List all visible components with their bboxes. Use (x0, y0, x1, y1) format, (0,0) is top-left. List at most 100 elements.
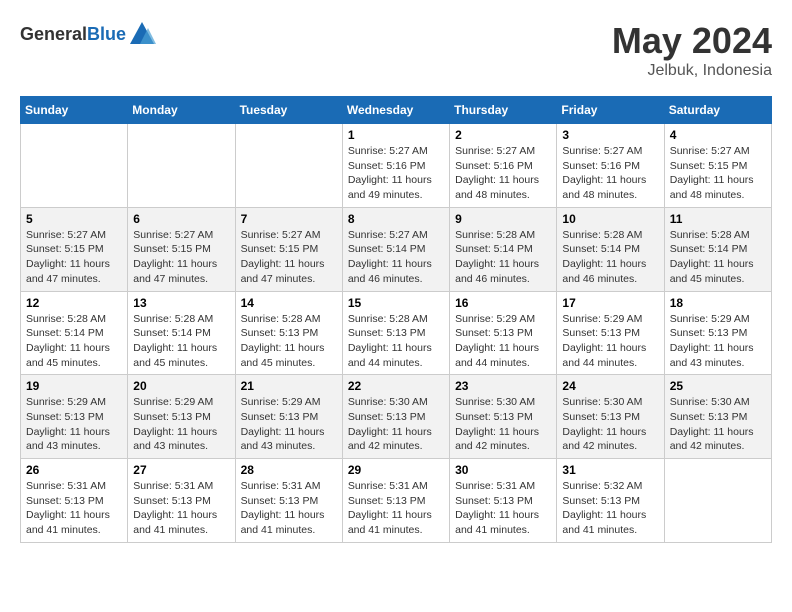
title-location: Jelbuk, Indonesia (612, 62, 772, 80)
calendar-cell: 4 Sunrise: 5:27 AM Sunset: 5:15 PM Daylig… (664, 124, 771, 208)
day-info: Sunrise: 5:27 AM Sunset: 5:16 PM Dayligh… (562, 144, 658, 203)
day-number: 15 (348, 296, 444, 310)
calendar-cell: 21 Sunrise: 5:29 AM Sunset: 5:13 PM Dayli… (235, 375, 342, 459)
calendar-week-row: 1Sunrise: 5:27 AM Sunset: 5:16 PM Daylig… (21, 124, 772, 208)
day-number: 4 (670, 128, 766, 142)
day-number: 25 (670, 379, 766, 393)
calendar-cell: 1Sunrise: 5:27 AM Sunset: 5:16 PM Daylig… (342, 124, 449, 208)
day-info: Sunrise: 5:29 AM Sunset: 5:13 PM Dayligh… (241, 395, 337, 454)
day-info: Sunrise: 5:27 AM Sunset: 5:15 PM Dayligh… (26, 228, 122, 287)
calendar-cell: 12 Sunrise: 5:28 AM Sunset: 5:14 PM Dayli… (21, 291, 128, 375)
day-number: 19 (26, 379, 122, 393)
calendar-cell: 18 Sunrise: 5:29 AM Sunset: 5:13 PM Dayli… (664, 291, 771, 375)
day-number: 11 (670, 212, 766, 226)
day-info: Sunrise: 5:28 AM Sunset: 5:13 PM Dayligh… (241, 312, 337, 371)
day-number: 21 (241, 379, 337, 393)
day-info: Sunrise: 5:32 AM Sunset: 5:13 PM Dayligh… (562, 479, 658, 538)
weekday-header-wednesday: Wednesday (342, 97, 449, 124)
day-number: 28 (241, 463, 337, 477)
day-number: 12 (26, 296, 122, 310)
calendar-cell: 31 Sunrise: 5:32 AM Sunset: 5:13 PM Dayli… (557, 459, 664, 543)
calendar-cell: 16 Sunrise: 5:29 AM Sunset: 5:13 PM Dayli… (450, 291, 557, 375)
calendar-cell: 14Sunrise: 5:28 AM Sunset: 5:13 PM Dayli… (235, 291, 342, 375)
day-number: 5 (26, 212, 122, 226)
logo-text: GeneralBlue (20, 24, 126, 45)
calendar-cell (664, 459, 771, 543)
day-number: 26 (26, 463, 122, 477)
day-info: Sunrise: 5:28 AM Sunset: 5:14 PM Dayligh… (562, 228, 658, 287)
calendar-cell: 5 Sunrise: 5:27 AM Sunset: 5:15 PM Daylig… (21, 207, 128, 291)
day-info: Sunrise: 5:28 AM Sunset: 5:14 PM Dayligh… (670, 228, 766, 287)
day-number: 6 (133, 212, 229, 226)
calendar-cell: 26 Sunrise: 5:31 AM Sunset: 5:13 PM Dayli… (21, 459, 128, 543)
calendar-cell: 24 Sunrise: 5:30 AM Sunset: 5:13 PM Dayli… (557, 375, 664, 459)
day-number: 22 (348, 379, 444, 393)
day-number: 3 (562, 128, 658, 142)
day-info: Sunrise: 5:27 AM Sunset: 5:16 PM Dayligh… (348, 144, 444, 203)
logo-icon (128, 20, 156, 48)
logo-general: General (20, 24, 87, 44)
day-info: Sunrise: 5:27 AM Sunset: 5:15 PM Dayligh… (133, 228, 229, 287)
day-info: Sunrise: 5:28 AM Sunset: 5:14 PM Dayligh… (133, 312, 229, 371)
weekday-header-sunday: Sunday (21, 97, 128, 124)
day-info: Sunrise: 5:29 AM Sunset: 5:13 PM Dayligh… (455, 312, 551, 371)
calendar-cell: 28 Sunrise: 5:31 AM Sunset: 5:13 PM Dayli… (235, 459, 342, 543)
day-number: 16 (455, 296, 551, 310)
day-info: Sunrise: 5:31 AM Sunset: 5:13 PM Dayligh… (241, 479, 337, 538)
day-number: 24 (562, 379, 658, 393)
day-info: Sunrise: 5:31 AM Sunset: 5:13 PM Dayligh… (26, 479, 122, 538)
day-info: Sunrise: 5:31 AM Sunset: 5:13 PM Dayligh… (133, 479, 229, 538)
calendar-cell: 3 Sunrise: 5:27 AM Sunset: 5:16 PM Daylig… (557, 124, 664, 208)
day-number: 2 (455, 128, 551, 142)
logo: GeneralBlue (20, 20, 156, 48)
title-month-year: May 2024 (612, 20, 772, 62)
calendar-cell: 30Sunrise: 5:31 AM Sunset: 5:13 PM Dayli… (450, 459, 557, 543)
calendar-week-row: 12 Sunrise: 5:28 AM Sunset: 5:14 PM Dayli… (21, 291, 772, 375)
weekday-header-monday: Monday (128, 97, 235, 124)
day-info: Sunrise: 5:29 AM Sunset: 5:13 PM Dayligh… (26, 395, 122, 454)
calendar-cell (235, 124, 342, 208)
weekday-header-tuesday: Tuesday (235, 97, 342, 124)
calendar-cell (21, 124, 128, 208)
calendar-cell: 27Sunrise: 5:31 AM Sunset: 5:13 PM Dayli… (128, 459, 235, 543)
day-number: 8 (348, 212, 444, 226)
day-info: Sunrise: 5:27 AM Sunset: 5:15 PM Dayligh… (670, 144, 766, 203)
day-number: 13 (133, 296, 229, 310)
weekday-header-friday: Friday (557, 97, 664, 124)
calendar-cell: 13 Sunrise: 5:28 AM Sunset: 5:14 PM Dayli… (128, 291, 235, 375)
day-number: 31 (562, 463, 658, 477)
day-number: 20 (133, 379, 229, 393)
day-info: Sunrise: 5:28 AM Sunset: 5:14 PM Dayligh… (26, 312, 122, 371)
day-number: 18 (670, 296, 766, 310)
calendar-cell: 29Sunrise: 5:31 AM Sunset: 5:13 PM Dayli… (342, 459, 449, 543)
calendar-cell: 8 Sunrise: 5:27 AM Sunset: 5:14 PM Daylig… (342, 207, 449, 291)
title-block: May 2024 Jelbuk, Indonesia (612, 20, 772, 80)
calendar-cell: 15 Sunrise: 5:28 AM Sunset: 5:13 PM Dayli… (342, 291, 449, 375)
day-number: 17 (562, 296, 658, 310)
day-number: 7 (241, 212, 337, 226)
day-info: Sunrise: 5:30 AM Sunset: 5:13 PM Dayligh… (562, 395, 658, 454)
page-header: GeneralBlue May 2024 Jelbuk, Indonesia (20, 20, 772, 80)
day-info: Sunrise: 5:30 AM Sunset: 5:13 PM Dayligh… (455, 395, 551, 454)
calendar-header-row: SundayMondayTuesdayWednesdayThursdayFrid… (21, 97, 772, 124)
day-info: Sunrise: 5:30 AM Sunset: 5:13 PM Dayligh… (670, 395, 766, 454)
day-number: 23 (455, 379, 551, 393)
day-info: Sunrise: 5:29 AM Sunset: 5:13 PM Dayligh… (670, 312, 766, 371)
calendar-cell: 7Sunrise: 5:27 AM Sunset: 5:15 PM Daylig… (235, 207, 342, 291)
day-info: Sunrise: 5:28 AM Sunset: 5:13 PM Dayligh… (348, 312, 444, 371)
calendar-cell: 20Sunrise: 5:29 AM Sunset: 5:13 PM Dayli… (128, 375, 235, 459)
calendar-week-row: 26 Sunrise: 5:31 AM Sunset: 5:13 PM Dayli… (21, 459, 772, 543)
weekday-header-thursday: Thursday (450, 97, 557, 124)
day-info: Sunrise: 5:27 AM Sunset: 5:14 PM Dayligh… (348, 228, 444, 287)
day-info: Sunrise: 5:31 AM Sunset: 5:13 PM Dayligh… (348, 479, 444, 538)
calendar-cell: 2Sunrise: 5:27 AM Sunset: 5:16 PM Daylig… (450, 124, 557, 208)
calendar-cell: 9Sunrise: 5:28 AM Sunset: 5:14 PM Daylig… (450, 207, 557, 291)
calendar-week-row: 5 Sunrise: 5:27 AM Sunset: 5:15 PM Daylig… (21, 207, 772, 291)
calendar-cell: 10Sunrise: 5:28 AM Sunset: 5:14 PM Dayli… (557, 207, 664, 291)
calendar-cell: 22 Sunrise: 5:30 AM Sunset: 5:13 PM Dayli… (342, 375, 449, 459)
day-info: Sunrise: 5:30 AM Sunset: 5:13 PM Dayligh… (348, 395, 444, 454)
logo-blue: Blue (87, 24, 126, 44)
calendar-cell: 19 Sunrise: 5:29 AM Sunset: 5:13 PM Dayli… (21, 375, 128, 459)
day-info: Sunrise: 5:31 AM Sunset: 5:13 PM Dayligh… (455, 479, 551, 538)
calendar-body: 1Sunrise: 5:27 AM Sunset: 5:16 PM Daylig… (21, 124, 772, 543)
